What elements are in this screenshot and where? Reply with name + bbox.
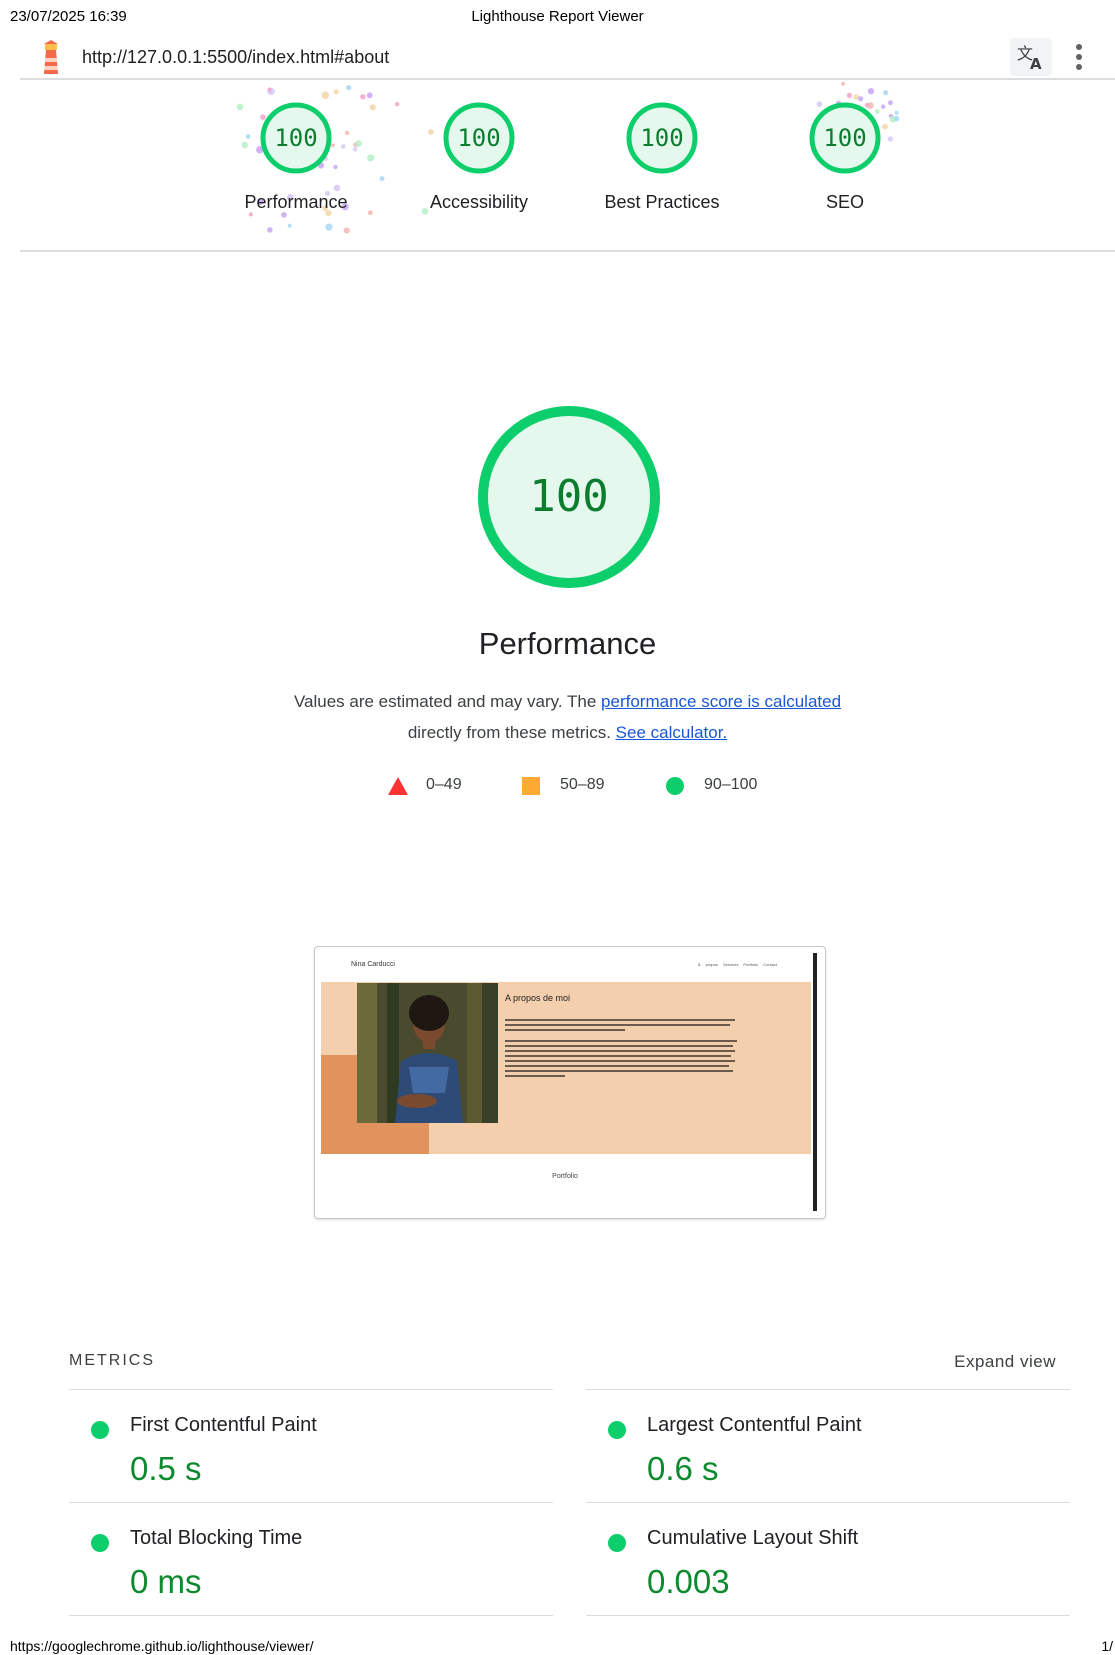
confetti-dot (333, 89, 339, 95)
confetti-decoration (236, 82, 900, 234)
metric-label: Total Blocking Time (130, 1527, 303, 1549)
screenshot-portrait-image (357, 983, 498, 1123)
gauge-seo[interactable]: 100 SEO (770, 100, 920, 230)
metric-divider (586, 1615, 1070, 1616)
gauge-performance[interactable]: 100 Performance (221, 100, 371, 230)
report-topbar: http://127.0.0.1:5500/index.html#about 文… (20, 34, 1115, 80)
metric-value: 0.5 s (130, 1450, 202, 1487)
lighthouse-logo-icon (44, 40, 58, 74)
score-calculated-link[interactable]: performance score is calculated (601, 692, 841, 711)
metric-divider (69, 1615, 553, 1616)
performance-score: 100 (529, 471, 609, 522)
confetti-dot (360, 94, 366, 100)
screenshot-scrollbar (813, 953, 817, 1211)
screenshot-header: Nina Carducci À propos Services Portfoli… (315, 947, 815, 981)
print-title: Lighthouse Report Viewer (471, 8, 644, 25)
gauge-score: 100 (823, 124, 867, 152)
gauge-label: SEO (825, 192, 864, 212)
performance-description: Values are estimated and may vary. The p… (0, 686, 1115, 748)
translate-icon: 文 A (1017, 44, 1042, 71)
square-icon (522, 777, 540, 795)
screenshot-portfolio-heading: Portfolio (552, 1173, 578, 1180)
pass-circle-icon (91, 1421, 109, 1439)
final-screenshot[interactable]: Nina Carducci À propos Services Portfoli… (314, 946, 826, 1219)
confetti-dot (394, 101, 400, 107)
metric-value: 0.6 s (647, 1450, 719, 1487)
legend-range: 50–89 (560, 776, 605, 793)
print-page-number: 1/ (1101, 1638, 1113, 1654)
svg-text:A: A (1030, 55, 1042, 71)
metric-label: Cumulative Layout Shift (647, 1527, 859, 1549)
confetti-dot (346, 85, 352, 91)
confetti-dot (366, 92, 373, 99)
gauge-accessibility[interactable]: 100 Accessibility (404, 100, 554, 230)
circle-icon (666, 777, 684, 795)
performance-title: Performance (478, 626, 657, 661)
gauge-label: Accessibility (429, 192, 529, 212)
screenshot-nav: À propos Services Portfolio Contact (697, 962, 777, 967)
screenshot-brand: Nina Carducci (351, 961, 395, 968)
metric-first-contentful-paint[interactable]: First Contentful Paint 0.5 s (69, 1389, 553, 1502)
confetti-dot (841, 82, 846, 86)
gauge-score: 100 (457, 124, 501, 152)
gauge-score: 100 (640, 124, 684, 152)
category-gauges: 100 Performance 100 Accessibility 100 Be… (20, 82, 1115, 252)
see-calculator-link[interactable]: See calculator. (616, 723, 728, 742)
pass-circle-icon (91, 1534, 109, 1552)
confetti-dot (867, 88, 875, 95)
pass-circle-icon (608, 1534, 626, 1552)
legend-range: 90–100 (704, 776, 758, 793)
confetti-dot (846, 92, 853, 99)
metrics-title: METRICS (69, 1352, 155, 1369)
gauge-score: 100 (274, 124, 318, 152)
metric-label: First Contentful Paint (130, 1414, 317, 1436)
metric-total-blocking-time[interactable]: Total Blocking Time 0 ms (69, 1502, 553, 1615)
metric-value: 0.003 (647, 1563, 730, 1600)
gauge-best-practices[interactable]: 100 Best Practices (587, 100, 737, 230)
triangle-icon (388, 777, 408, 795)
score-legend: 0–49 50–89 90–100 (388, 775, 768, 799)
translate-button[interactable]: 文 A (1010, 38, 1052, 76)
confetti-dot (267, 87, 272, 92)
report-url[interactable]: http://127.0.0.1:5500/index.html#about (82, 47, 389, 68)
pass-circle-icon (608, 1421, 626, 1439)
metric-cumulative-layout-shift[interactable]: Cumulative Layout Shift 0.003 (586, 1502, 1070, 1615)
more-vert-icon (1076, 44, 1082, 50)
metric-label: Largest Contentful Paint (647, 1414, 862, 1436)
confetti-dot (853, 94, 859, 100)
metric-value: 0 ms (130, 1563, 202, 1600)
gauge-label: Performance (244, 192, 348, 212)
desc-text: Values are estimated and may vary. The (293, 692, 602, 711)
expand-view-toggle[interactable]: Expand view (954, 1352, 1056, 1372)
screenshot-heading: A propos de moi (505, 993, 571, 1003)
confetti-dot (267, 87, 275, 96)
screenshot-text-lines (505, 1019, 737, 1080)
desc-text: directly from these metrics. (407, 723, 616, 742)
gauge-label: Best Practices (604, 192, 720, 212)
confetti-dot (321, 91, 330, 99)
print-footer-url: https://googlechrome.github.io/lighthous… (10, 1638, 314, 1654)
confetti-dot (883, 90, 889, 96)
more-options-button[interactable] (1070, 40, 1088, 74)
metric-largest-contentful-paint[interactable]: Largest Contentful Paint 0.6 s (586, 1389, 1070, 1502)
legend-range: 0–49 (426, 776, 462, 793)
confetti-dot (379, 176, 385, 182)
